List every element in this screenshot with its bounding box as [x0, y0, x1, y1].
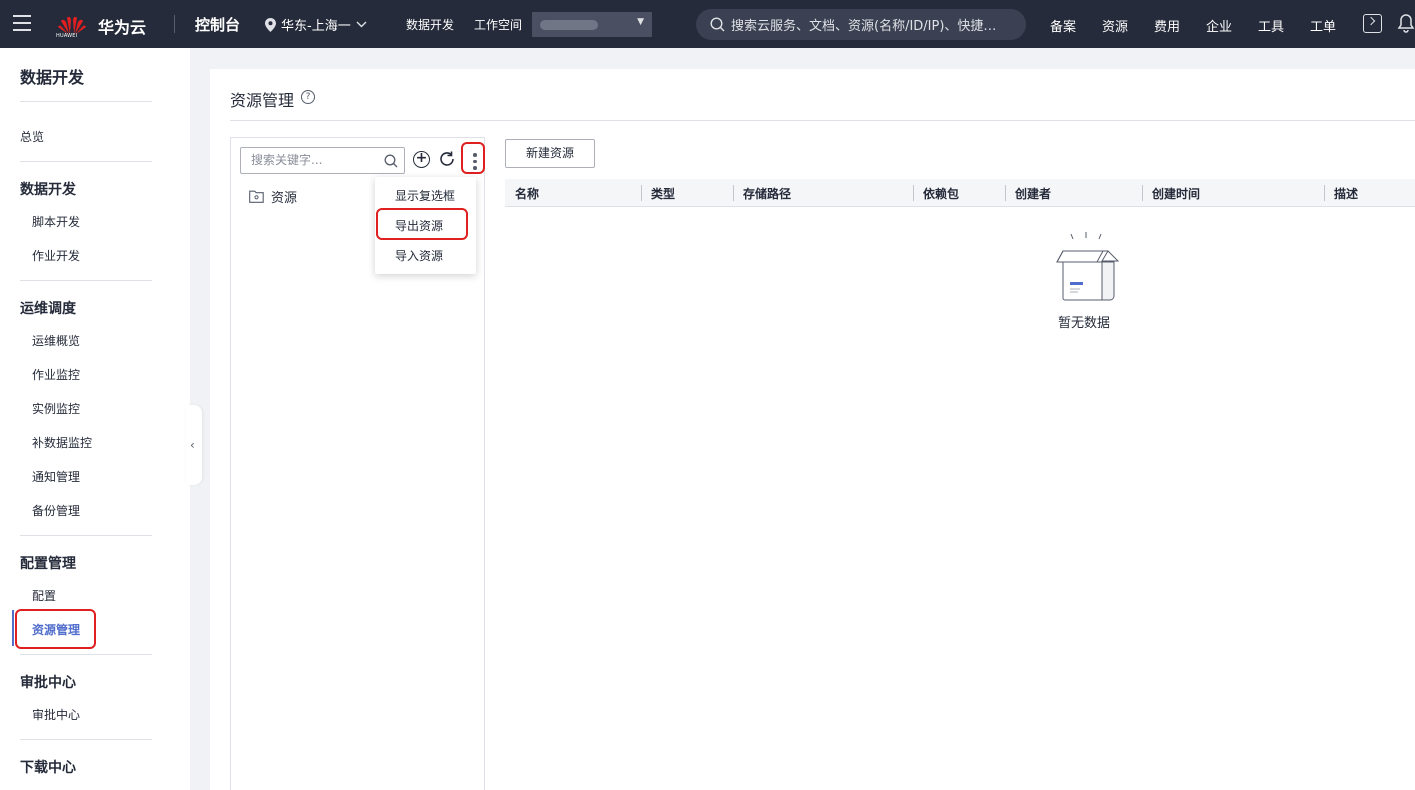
nav-billing[interactable]: 费用	[1154, 16, 1180, 35]
nav-filing[interactable]: 备案	[1050, 16, 1076, 35]
new-resource-button[interactable]: 新建资源	[505, 139, 595, 168]
nav-data-dev[interactable]: 数据开发	[406, 16, 454, 33]
nav-enterprise[interactable]: 企业	[1206, 16, 1232, 35]
sidebar: 数据开发 总览 数据开发 脚本开发 作业开发 运维调度 运维概览 作业监控 实例…	[0, 48, 190, 790]
nav-tickets[interactable]: 工单	[1310, 16, 1336, 35]
workspace-select[interactable]: ▼	[532, 12, 652, 37]
column-type: 类型	[651, 187, 676, 201]
sidebar-item-config[interactable]: 配置	[32, 587, 56, 604]
column-divider[interactable]	[1324, 185, 1325, 201]
tree-node-label: 资源	[271, 191, 298, 206]
brand-name[interactable]: 华为云	[98, 14, 146, 38]
sidebar-group-approval: 审批中心	[20, 675, 76, 691]
menu-icon[interactable]	[13, 15, 31, 32]
column-divider[interactable]	[1005, 185, 1006, 201]
bell-icon[interactable]	[1397, 13, 1415, 33]
sidebar-item-notifications[interactable]: 通知管理	[32, 468, 80, 485]
divider	[20, 101, 152, 102]
sidebar-item-ops-overview[interactable]: 运维概览	[32, 332, 80, 349]
sidebar-collapse-toggle[interactable]: ‹	[186, 405, 202, 485]
chevron-down-icon	[356, 21, 367, 28]
keyword-search-placeholder: 搜索关键字...	[251, 153, 323, 167]
region-label: 华东-上海一	[281, 19, 351, 34]
main-content: 资源管理 ? 搜索关键字... + 资源 显示复选框 导出资源 导入资源 新建资…	[210, 69, 1415, 790]
sidebar-item-backup[interactable]: 备份管理	[32, 502, 80, 519]
divider	[20, 535, 152, 536]
search-icon	[384, 154, 398, 168]
sidebar-item-instance-monitor[interactable]: 实例监控	[32, 400, 80, 417]
help-icon[interactable]: ?	[301, 90, 315, 104]
tree-node-resources[interactable]: 资源	[249, 187, 297, 206]
more-options-menu: 显示复选框 导出资源 导入资源	[375, 177, 476, 274]
folder-icon	[249, 190, 264, 203]
add-icon[interactable]: +	[413, 151, 430, 168]
highlight-box	[461, 142, 485, 174]
terminal-icon[interactable]	[1363, 14, 1382, 33]
divider	[174, 15, 175, 33]
top-bar: HUAWEI 华为云 控制台 华东-上海一 数据开发 工作空间 ▼ 搜索云服务、…	[0, 0, 1415, 48]
divider	[20, 739, 152, 740]
menu-item-import-resources[interactable]: 导入资源	[395, 247, 443, 264]
highlight-box	[15, 609, 96, 649]
highlight-box	[376, 208, 468, 240]
column-creator: 创建者	[1015, 187, 1052, 201]
sidebar-group-ops: 运维调度	[20, 301, 76, 317]
menu-item-show-checkbox[interactable]: 显示复选框	[395, 187, 455, 204]
keyword-search-input[interactable]: 搜索关键字...	[240, 147, 405, 174]
divider	[230, 120, 1415, 121]
page-title: 资源管理	[230, 91, 295, 110]
refresh-icon[interactable]	[438, 150, 456, 168]
region-selector[interactable]: 华东-上海一	[265, 15, 367, 34]
column-storage-path: 存储路径	[743, 187, 792, 201]
nav-resources[interactable]: 资源	[1102, 16, 1128, 35]
sidebar-item-job-monitor[interactable]: 作业监控	[32, 366, 80, 383]
divider	[20, 654, 152, 655]
console-link[interactable]: 控制台	[195, 14, 240, 35]
chevron-left-icon: ‹	[190, 438, 195, 452]
sidebar-group-config: 配置管理	[20, 556, 76, 572]
sidebar-item-backfill-monitor[interactable]: 补数据监控	[32, 434, 92, 451]
column-dependency: 依赖包	[923, 187, 960, 201]
caret-down-icon: ▼	[637, 17, 644, 27]
column-description: 描述	[1334, 187, 1359, 201]
search-placeholder: 搜索云服务、文档、资源(名称/ID/IP)、快捷…	[731, 19, 997, 34]
logo-text: HUAWEI	[56, 33, 78, 39]
column-divider[interactable]	[913, 185, 914, 201]
column-created-time: 创建时间	[1152, 187, 1201, 201]
workspace-value-redacted	[540, 20, 598, 30]
sidebar-item-job-dev[interactable]: 作业开发	[32, 247, 80, 264]
nav-workspace-label: 工作空间	[474, 18, 523, 32]
global-search[interactable]: 搜索云服务、文档、资源(名称/ID/IP)、快捷…	[696, 9, 1026, 40]
divider	[20, 161, 152, 162]
sidebar-item-approval[interactable]: 审批中心	[32, 706, 80, 723]
column-divider[interactable]	[733, 185, 734, 201]
sidebar-item-script-dev[interactable]: 脚本开发	[32, 213, 80, 230]
empty-state-text: 暂无数据	[1058, 316, 1111, 331]
sidebar-item-overview[interactable]: 总览	[20, 128, 44, 145]
sidebar-title: 数据开发	[20, 68, 85, 87]
location-icon	[265, 17, 276, 32]
nav-tools[interactable]: 工具	[1258, 16, 1284, 35]
column-divider[interactable]	[1142, 185, 1143, 201]
empty-box-illustration	[1056, 232, 1120, 301]
divider	[20, 280, 152, 281]
active-indicator	[12, 610, 14, 646]
table-header: 名称 类型 存储路径 依赖包 创建者 创建时间 描述	[505, 179, 1415, 207]
column-name: 名称	[515, 187, 540, 201]
sidebar-group-download[interactable]: 下载中心	[20, 757, 76, 777]
sidebar-group-dev: 数据开发	[20, 182, 76, 198]
search-icon	[710, 17, 725, 32]
column-divider[interactable]	[641, 185, 642, 201]
